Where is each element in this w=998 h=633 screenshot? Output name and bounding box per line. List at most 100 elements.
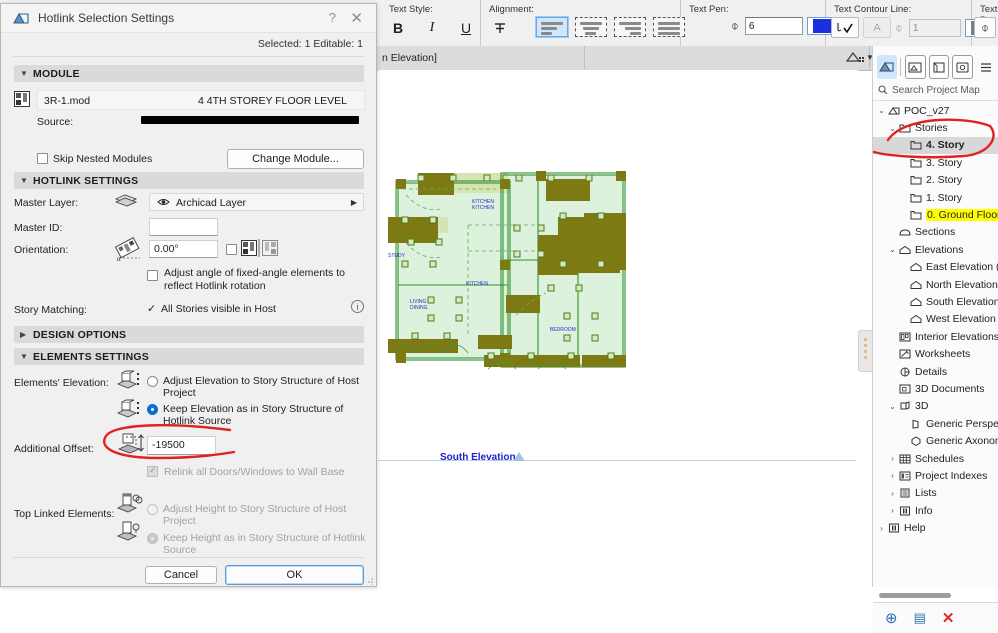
underline-button[interactable]: U: [451, 17, 481, 39]
ok-button[interactable]: OK: [225, 565, 364, 585]
tree-item-project[interactable]: ⌄ POC_v27: [873, 102, 998, 119]
adjust-angle-checkbox[interactable]: [147, 270, 158, 281]
tree-item-details[interactable]: Details: [873, 363, 998, 380]
module-file-row[interactable]: 3R-1.mod 4 4TH STOREY FLOOR LEVEL: [37, 90, 365, 110]
tree-item-3d-documents[interactable]: 3D Documents: [873, 380, 998, 397]
search-project-map-row[interactable]: Search Project Map: [873, 82, 998, 101]
elevation-marker-triangle-icon[interactable]: [513, 452, 525, 461]
view-map-tab[interactable]: [905, 55, 926, 79]
cancel-button[interactable]: Cancel: [145, 566, 217, 584]
section-icon: [898, 227, 912, 237]
tree-item-east-elevation[interactable]: East Elevation (Aut: [873, 259, 998, 276]
tree-item-lists[interactable]: › Lists: [873, 485, 998, 502]
twisty-icon[interactable]: ⌄: [887, 402, 898, 411]
south-elevation-label[interactable]: South Elevation: [440, 452, 516, 463]
align-right-button[interactable]: [614, 17, 646, 37]
twisty-icon[interactable]: ›: [887, 471, 898, 480]
settings-button[interactable]: ▤: [914, 610, 926, 626]
project-map-tree[interactable]: ⌄ POC_v27 ⌄ Stories 4. Story 3. Story 2. Story…: [873, 102, 998, 572]
panel-menu-tab[interactable]: [976, 55, 996, 79]
tree-item-west-elevation[interactable]: West Elevation (Aut: [873, 311, 998, 328]
navigator-tabs: [873, 52, 998, 82]
dialog-resize-grip[interactable]: [366, 576, 374, 586]
layout-book-tab[interactable]: [928, 55, 950, 79]
relink-doors-windows-checkbox[interactable]: [147, 465, 158, 477]
tree-item-sections[interactable]: Sections: [873, 224, 998, 241]
mirror-module-icon[interactable]: [241, 239, 283, 260]
delete-button[interactable]: ✕: [942, 609, 955, 627]
tree-item-generic-axonometry[interactable]: Generic Axonometr: [873, 432, 998, 449]
tree-item-2-story[interactable]: 2. Story: [873, 172, 998, 189]
view-mode-icon[interactable]: [845, 49, 865, 69]
skip-nested-modules-checkbox[interactable]: [37, 153, 48, 164]
tree-item-project-indexes[interactable]: › Project Indexes: [873, 467, 998, 484]
horizontal-scrollbar-thumb[interactable]: [879, 593, 951, 598]
tree-item-3d[interactable]: ⌄ 3D: [873, 398, 998, 415]
tree-item-3-story[interactable]: 3. Story: [873, 154, 998, 171]
align-left-button[interactable]: [535, 16, 569, 38]
schedule-icon: [898, 454, 912, 464]
twisty-icon[interactable]: ›: [887, 489, 898, 498]
text-pen-input[interactable]: 6: [744, 17, 803, 35]
tree-item-worksheets[interactable]: Worksheets: [873, 345, 998, 362]
floor-plan-drawing[interactable]: KITCHENKITCHEN KITCHEN LIVINGDINING BEDR…: [388, 165, 688, 465]
contour-pen-icon: ⌽: [895, 19, 903, 35]
additional-offset-input[interactable]: -19500: [147, 436, 216, 455]
new-viewpoint-button[interactable]: ⊕: [885, 609, 898, 627]
close-icon[interactable]: ✕: [350, 9, 363, 27]
tree-item-elevations[interactable]: ⌄ Elevations: [873, 241, 998, 258]
twisty-icon[interactable]: ›: [887, 506, 898, 515]
twisty-icon[interactable]: ›: [887, 454, 898, 463]
tree-item-schedules[interactable]: › Schedules: [873, 450, 998, 467]
tree-item-4-story[interactable]: 4. Story: [873, 136, 998, 155]
tree-item-info[interactable]: › Info: [873, 502, 998, 519]
contour-style-button[interactable]: A: [863, 17, 891, 38]
publisher-sets-tab[interactable]: [952, 55, 973, 79]
hamburger-icon: [980, 62, 991, 72]
text-background-button[interactable]: ⌽: [974, 17, 996, 38]
section-module[interactable]: ▼ MODULE: [14, 65, 364, 82]
relink-doors-windows-label: Relink all Doors/Windows to Wall Base: [164, 466, 345, 478]
master-layer-combo[interactable]: Archicad Layer ▶: [149, 193, 364, 211]
help-icon[interactable]: ?: [329, 10, 336, 25]
dialog-title-bar[interactable]: Hotlink Selection Settings ? ✕: [1, 4, 376, 33]
italic-button[interactable]: I: [417, 17, 447, 39]
orientation-input[interactable]: 0.00°: [149, 240, 218, 258]
contour-pen-input[interactable]: 1: [908, 18, 961, 37]
drawing-canvas[interactable]: KITCHEN KITCHEN KITCHEN LIVING DINING BEDR…: [378, 70, 858, 587]
tree-item-help[interactable]: › Help: [873, 519, 998, 536]
story-matching-info-icon[interactable]: i: [351, 300, 364, 313]
section-hotlink-settings[interactable]: ▼ HOTLINK SETTINGS: [14, 172, 364, 189]
tree-item-label: Stories: [915, 122, 948, 135]
twisty-icon[interactable]: ⌄: [876, 106, 887, 115]
top-adjust-radio[interactable]: [147, 504, 158, 515]
mirror-checkbox[interactable]: [226, 244, 237, 255]
twisty-icon[interactable]: ›: [876, 524, 887, 533]
top-keep-radio[interactable]: [147, 533, 158, 544]
tree-item-generic-perspective[interactable]: Generic Perspective: [873, 415, 998, 432]
twisty-icon[interactable]: ⌄: [887, 245, 898, 254]
twisty-icon[interactable]: ⌄: [887, 124, 898, 133]
bold-button[interactable]: B: [383, 17, 413, 39]
section-design-options[interactable]: ▶ DESIGN OPTIONS: [14, 326, 364, 343]
change-module-button[interactable]: Change Module...: [227, 149, 364, 169]
horizontal-scrollbar-track[interactable]: [879, 591, 989, 600]
tree-item-1-story[interactable]: 1. Story: [873, 189, 998, 206]
view-name-segment[interactable]: n Elevation]: [378, 46, 585, 70]
tree-item-ground-floor[interactable]: 0. Ground Floor: [873, 206, 998, 223]
tree-item-north-elevation[interactable]: North Elevation (Au: [873, 276, 998, 293]
project-map-tab[interactable]: [877, 55, 898, 79]
master-id-input[interactable]: [149, 218, 218, 236]
section-elements-settings[interactable]: ▼ ELEMENTS SETTINGS: [14, 348, 364, 365]
tree-item-label: Elevations: [915, 243, 964, 256]
story-icon: [909, 140, 923, 150]
elevation-keep-radio[interactable]: [147, 404, 158, 415]
tree-item-interior-elevations[interactable]: Interior Elevations: [873, 328, 998, 345]
search-input[interactable]: Search Project Map: [892, 85, 980, 96]
align-center-button[interactable]: [575, 17, 607, 37]
tree-item-south-elevation[interactable]: South Elevation (Au: [873, 293, 998, 310]
tree-item-stories[interactable]: ⌄ Stories: [873, 119, 998, 136]
elevation-adjust-radio[interactable]: [147, 376, 158, 387]
contour-toggle-button[interactable]: [831, 17, 859, 38]
tree-item-label-highlight: 0. Ground Floor: [926, 209, 998, 222]
